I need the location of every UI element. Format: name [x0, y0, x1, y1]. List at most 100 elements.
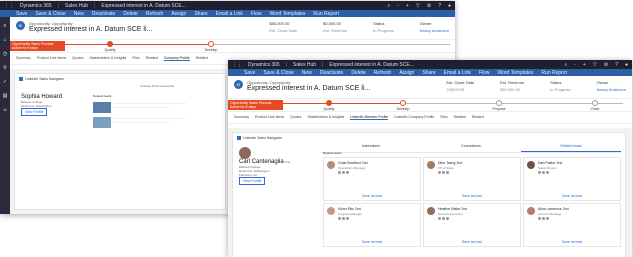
filter-icon[interactable]: ▽ [593, 62, 597, 68]
cmd-delete[interactable]: Delete [351, 70, 365, 76]
bpf-active-chip[interactable]: Opportunity Sales Process Active for 8 da… [228, 100, 283, 110]
view-profile-button[interactable]: View Profile [239, 177, 266, 185]
accounts-icon[interactable]: ▤ [3, 93, 8, 99]
stage-develop-dot[interactable] [400, 100, 406, 106]
save-as-lead-button[interactable]: Save as lead [324, 194, 420, 198]
stage-qualify-dot[interactable] [107, 41, 113, 47]
cmd-word-templates[interactable]: Word Templates [497, 70, 533, 76]
cmd-save-close[interactable]: Save & Close [263, 70, 293, 76]
tab-company-profile[interactable]: Company Profile [163, 56, 190, 61]
stage-qualify-dot[interactable] [326, 100, 332, 106]
cmd-email-link[interactable]: Email a Link [444, 70, 471, 76]
lead-card: Dina Tseng 2nd VP of Sales Save as lead [423, 157, 521, 201]
tab-files[interactable]: Files [132, 56, 139, 61]
tab-member-profile[interactable]: LinkedIn Member Profile [350, 115, 389, 120]
cmd-save[interactable]: Save [244, 70, 255, 76]
cmd-save-close[interactable]: Save & Close [35, 11, 65, 17]
cmd-deactivate[interactable]: Deactivate [92, 11, 116, 17]
save-as-lead-button[interactable]: Save as lead [424, 240, 520, 244]
recent-icon[interactable]: ◷ [3, 51, 7, 57]
pin-icon[interactable]: ⚲ [3, 65, 7, 71]
stage-propose-dot[interactable] [496, 100, 502, 106]
tab-related-2[interactable]: Related [196, 56, 208, 61]
avatar[interactable]: ● [625, 62, 628, 68]
cmd-assign[interactable]: Assign [399, 70, 414, 76]
stage-close-label: Close [590, 107, 600, 111]
app-name[interactable]: Dynamics 365 [20, 3, 52, 9]
plus-icon[interactable]: + [583, 62, 586, 68]
lightbulb-icon[interactable]: ◦ [574, 62, 576, 68]
home-icon[interactable]: ⌂ [3, 37, 6, 43]
save-as-lead-button[interactable]: Save as lead [524, 240, 620, 244]
header-field-owner[interactable]: Owner Nancy Anderson [597, 80, 626, 92]
related-heading: Related leads [93, 94, 112, 98]
tab-stakeholders[interactable]: Stakeholders & Insights [307, 115, 344, 120]
activities-icon[interactable]: ✓ [3, 79, 7, 85]
col-related-leads[interactable]: Related leads [521, 141, 621, 152]
cmd-flow[interactable]: Flow [251, 11, 262, 17]
cmd-deactivate[interactable]: Deactivate [320, 70, 344, 76]
cmd-run-report[interactable]: Run Report [541, 70, 567, 76]
tab-files[interactable]: Files [440, 115, 447, 120]
menu-icon[interactable]: ≡ [4, 23, 7, 29]
header-field: Est. Close Date 2/28/2025 [446, 80, 475, 92]
col-connections[interactable]: Connections [421, 141, 521, 152]
cmd-refresh[interactable]: Refresh [374, 70, 392, 76]
cmd-new[interactable]: New [302, 70, 312, 76]
cmd-refresh[interactable]: Refresh [146, 11, 164, 17]
filter-icon[interactable]: ▽ [416, 3, 420, 9]
search-icon[interactable]: ⌕ [564, 62, 567, 68]
gear-icon[interactable]: ⚙ [604, 62, 608, 68]
stage-develop-dot[interactable] [208, 41, 214, 47]
save-as-lead-button[interactable]: Save as lead [324, 240, 420, 244]
contacts-icon[interactable]: ☺ [2, 107, 7, 113]
business-process-flow: Opportunity Sales Process Active for 8 da… [228, 98, 632, 112]
tab-summary[interactable]: Summary [234, 115, 249, 120]
cmd-email-link[interactable]: Email a Link [216, 11, 243, 17]
save-as-lead-button[interactable]: Save as lead [524, 194, 620, 198]
command-bar: Save Save & Close New Deactivate Delete … [228, 69, 632, 76]
cmd-share[interactable]: Share [422, 70, 435, 76]
tab-related[interactable]: Related [454, 115, 466, 120]
cmd-assign[interactable]: Assign [171, 11, 186, 17]
tab-related-2[interactable]: Related [472, 115, 484, 120]
tab-related[interactable]: Related [146, 56, 158, 61]
save-as-lead-button[interactable]: Save as lead [424, 194, 520, 198]
app-name[interactable]: Dynamics 365 [248, 62, 280, 68]
stage-develop-label: Develop [204, 48, 218, 52]
top-bar: ⋮⋮ Dynamics 365 | Sales Hub | Expressed … [228, 60, 632, 69]
header-field: $0,000.00 Est. Revenue [323, 21, 348, 33]
header-field: $50,000.00 Est. Close Date [269, 21, 298, 33]
view-profile-button[interactable]: View Profile [21, 108, 48, 116]
help-icon[interactable]: ? [615, 62, 618, 68]
help-icon[interactable]: ? [438, 3, 441, 9]
tab-product-lines[interactable]: Product Line Items [37, 56, 66, 61]
cmd-word-templates[interactable]: Word Templates [269, 11, 305, 17]
waffle-icon[interactable]: ⋮⋮ [4, 3, 14, 9]
cmd-run-report[interactable]: Run Report [313, 11, 339, 17]
cmd-save[interactable]: Save [16, 11, 27, 17]
avatar[interactable]: ● [448, 3, 451, 9]
tab-product-lines[interactable]: Product Line Items [255, 115, 284, 120]
waffle-icon[interactable]: ⋮⋮ [232, 62, 242, 68]
stage-develop-label: Develop [396, 107, 410, 111]
cmd-share[interactable]: Share [194, 11, 207, 17]
news-image [93, 117, 111, 128]
search-icon[interactable]: ⌕ [387, 3, 390, 9]
tab-summary[interactable]: Summary [16, 56, 31, 61]
tab-quotes[interactable]: Quotes [72, 56, 83, 61]
cmd-delete[interactable]: Delete [123, 11, 137, 17]
tab-company-profile[interactable]: LinkedIn Company Profile [394, 115, 434, 120]
tab-stakeholders[interactable]: Stakeholders & Insights [89, 56, 126, 61]
gear-icon[interactable]: ⚙ [427, 3, 431, 9]
bpf-active-chip[interactable]: Opportunity Sales Process Active for 8 da… [10, 41, 65, 51]
plus-icon[interactable]: + [406, 3, 409, 9]
cmd-flow[interactable]: Flow [479, 70, 490, 76]
cmd-new[interactable]: New [74, 11, 84, 17]
stage-close-dot[interactable] [592, 100, 598, 106]
tab-quotes[interactable]: Quotes [290, 115, 301, 120]
header-field-owner[interactable]: Owner Nancy Anderson [420, 21, 449, 33]
linkedin-icon [19, 77, 23, 81]
lightbulb-icon[interactable]: ◦ [397, 3, 399, 9]
header-field: Status In Progress [373, 21, 394, 33]
